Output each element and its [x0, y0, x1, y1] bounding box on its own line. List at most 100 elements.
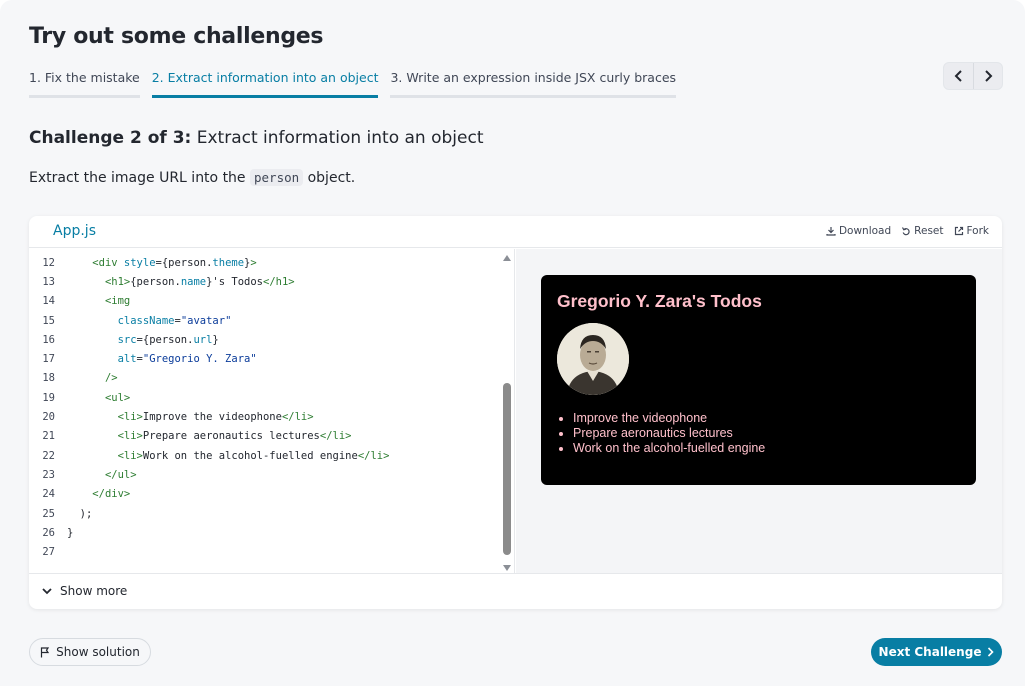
code-token: </ul> — [104, 468, 137, 481]
preview-pane: Gregorio Y. Zara's Todos Improve the — [516, 249, 1002, 573]
challenges-panel: Try out some challenges 1. Fix the mista… — [0, 0, 1025, 686]
code-line[interactable]: 25 ); — [29, 504, 514, 523]
code-editor[interactable]: 12 <div style ={person. theme} >13 <h1> {per… — [29, 249, 515, 573]
line-number: 19 — [42, 391, 55, 404]
code-token: className — [117, 314, 175, 327]
code-line[interactable]: 17 alt = "Gregorio Y. Zara" — [29, 349, 514, 368]
tab-challenge-1[interactable]: 1. Fix the mistake — [29, 66, 140, 98]
code-token: Improve the videophone — [142, 411, 282, 424]
code-line[interactable]: 20 <li> Improve the videophone </li> — [29, 407, 514, 426]
line-number: 14 — [42, 295, 55, 308]
code-token: name — [180, 275, 207, 288]
code-token: <div — [92, 256, 124, 269]
file-tab-app-js[interactable]: App.js — [53, 223, 96, 239]
line-number: 26 — [42, 526, 55, 539]
code-line[interactable]: 15 className = "avatar" — [29, 311, 514, 330]
description-text-end: object. — [307, 170, 356, 186]
tab-challenge-3[interactable]: 3. Write an expression inside JSX curly … — [390, 66, 677, 98]
reset-label: Reset — [914, 225, 944, 237]
next-challenge-label: Next Challenge — [878, 645, 982, 659]
code-line[interactable]: 18 /> — [29, 369, 514, 388]
list-item: Improve the videophone — [573, 411, 765, 426]
scroll-up-arrow[interactable] — [503, 255, 511, 261]
reset-icon — [902, 227, 910, 236]
chevron-right-icon — [988, 647, 995, 657]
inline-code: person — [250, 169, 304, 186]
challenge-counter: Challenge 2 of 3: — [29, 128, 192, 148]
download-label: Download — [838, 225, 892, 237]
list-item: Prepare aeronautics lectures — [573, 426, 765, 441]
code-token: url — [193, 333, 213, 346]
code-line[interactable]: 16 src ={person. url} — [29, 330, 514, 349]
code-token: </li> — [357, 449, 390, 462]
show-solution-button[interactable]: Show solution — [29, 638, 151, 666]
line-number: 16 — [42, 333, 55, 346]
line-number: 27 — [42, 546, 55, 559]
line-number: 13 — [42, 275, 55, 288]
challenge-name: Extract information into an object — [196, 128, 484, 148]
code-line[interactable]: 26} — [29, 523, 514, 542]
code-line[interactable]: 21 <li> Prepare aeronautics lectures </li> — [29, 427, 514, 446]
code-token: </div> — [92, 488, 131, 501]
code-token: ); — [79, 507, 93, 520]
reset-button[interactable]: Reset — [901, 225, 944, 237]
scrollbar-thumb[interactable] — [503, 383, 511, 555]
code-line[interactable]: 24 </div> — [29, 485, 514, 504]
page-title: Try out some challenges — [29, 24, 324, 49]
challenge-description: Extract the image URL into the person ob… — [29, 169, 356, 186]
code-token: <h1> — [104, 275, 131, 288]
code-line[interactable]: 22 <li> Work on the alcohol-fuelled engin… — [29, 446, 514, 465]
code-lines: 12 <div style ={person. theme} >13 <h1> {per… — [29, 249, 514, 562]
code-line[interactable]: 13 <h1> {person. name}'s Todos </h1> — [29, 272, 514, 291]
scroll-down-arrow[interactable] — [503, 565, 511, 571]
code-token: src — [117, 333, 137, 346]
prev-challenge-button[interactable] — [944, 63, 973, 89]
show-more-label: Show more — [60, 584, 128, 598]
description-text-start: Extract the image URL into the — [29, 170, 246, 186]
preview-todo-card: Gregorio Y. Zara's Todos Improve the — [541, 275, 976, 485]
line-number: 21 — [42, 430, 55, 443]
download-button[interactable]: Download — [826, 225, 891, 237]
code-line[interactable]: 19 <ul> — [29, 388, 514, 407]
code-line[interactable]: 27 — [29, 542, 514, 561]
code-line[interactable]: 12 <div style ={person. theme} > — [29, 253, 514, 272]
challenge-nav — [943, 62, 1003, 90]
fork-button[interactable]: Fork — [954, 225, 989, 237]
code-token: > — [250, 256, 257, 269]
code-token: style — [123, 256, 156, 269]
chevron-down-icon — [42, 588, 52, 595]
code-token: </li> — [281, 411, 314, 424]
line-number: 22 — [42, 449, 55, 462]
code-token: <li> — [117, 411, 143, 424]
show-solution-label: Show solution — [56, 645, 140, 659]
code-line[interactable]: 23 </ul> — [29, 465, 514, 484]
show-more-button[interactable]: Show more — [42, 584, 127, 598]
code-token: Work on the alcohol-fuelled engine — [142, 449, 358, 462]
line-number: 12 — [42, 256, 55, 269]
next-challenge-button[interactable]: Next Challenge — [871, 638, 1002, 666]
code-token: {person. — [130, 275, 181, 288]
line-number: 23 — [42, 468, 55, 481]
code-token: "Gregorio Y. Zara" — [142, 353, 257, 366]
code-token: theme — [212, 256, 245, 269]
code-line[interactable]: 14 <img — [29, 292, 514, 311]
preview-title: Gregorio Y. Zara's Todos — [557, 291, 762, 311]
next-challenge-arrow-button[interactable] — [973, 63, 1002, 89]
tab-challenge-2[interactable]: 2. Extract information into an object — [151, 66, 379, 98]
editor-scrollbar[interactable] — [502, 253, 512, 571]
preview-todo-list: Improve the videophone Prepare aeronauti… — [573, 411, 765, 456]
code-token: }'s Todos — [206, 275, 264, 288]
line-number: 20 — [42, 411, 55, 424]
code-token: </h1> — [263, 275, 295, 288]
code-token: ={person. — [155, 256, 213, 269]
code-token: } — [67, 526, 74, 539]
sandbox-actions: Download Reset Fork — [826, 225, 989, 237]
